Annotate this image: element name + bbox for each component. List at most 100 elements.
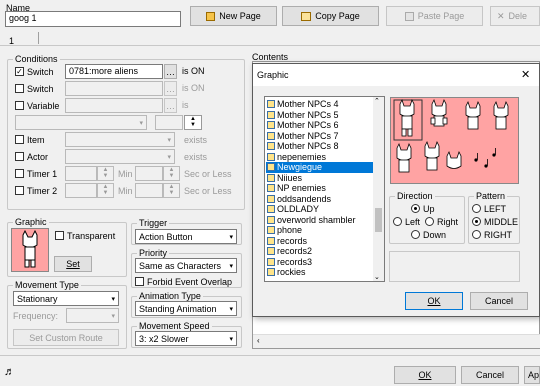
set-custom-route-button[interactable]: Set Custom Route <box>13 329 119 346</box>
item-label: Item <box>27 134 45 145</box>
timer1-checkbox[interactable] <box>15 169 24 178</box>
variable-field[interactable] <box>65 98 163 113</box>
close-icon[interactable]: ✕ <box>521 68 530 81</box>
pattern-right-option[interactable]: RIGHT <box>472 227 512 242</box>
priority-select[interactable]: Same as Characters ▾ <box>135 258 237 273</box>
file-list-item[interactable]: Mother NPCs 7 <box>266 131 374 142</box>
timer1-min-spinner[interactable]: ▲ ▼ <box>97 166 114 181</box>
variable-browse-button[interactable]: … <box>164 98 177 113</box>
file-list-item[interactable]: rockies <box>266 267 374 278</box>
timer1-min-field[interactable] <box>65 166 97 181</box>
chevron-down-icon: ▾ <box>111 295 115 303</box>
direction-down-radio[interactable] <box>411 230 420 239</box>
image-file-icon <box>267 236 275 245</box>
file-list-item[interactable]: Mother NPCs 5 <box>266 110 374 121</box>
animation-value: Standing Animation <box>139 303 217 314</box>
delete-page-button[interactable]: ✕ Dele <box>490 6 540 26</box>
variable-operator-select[interactable]: ▾ <box>15 115 147 130</box>
file-list-item[interactable]: Niiues <box>266 173 374 184</box>
variable-checkbox[interactable] <box>15 101 24 110</box>
file-list-item[interactable]: nepenemies <box>266 152 374 163</box>
variable-value-field[interactable] <box>155 115 183 130</box>
timer2-sec-field[interactable] <box>135 183 163 198</box>
image-file-icon <box>267 247 275 256</box>
tab-divider <box>38 32 39 44</box>
timer2-min-field[interactable] <box>65 183 97 198</box>
file-list-item[interactable]: Mother NPCs 6 <box>266 120 374 131</box>
event-graphic-preview[interactable] <box>11 228 49 272</box>
frequency-select[interactable]: ▾ <box>66 308 119 323</box>
direction-left-radio[interactable] <box>393 217 402 226</box>
pattern-right-label: RIGHT <box>484 229 512 240</box>
set-graphic-button[interactable]: Set <box>54 256 92 272</box>
delete-page-label: Dele <box>508 11 528 21</box>
new-page-button[interactable]: New Page <box>190 6 277 26</box>
direction-up-radio[interactable] <box>411 204 420 213</box>
forbid-overlap-checkbox[interactable] <box>135 277 144 286</box>
pattern-left-radio[interactable] <box>472 204 481 213</box>
footer-ok-button[interactable]: OK <box>394 366 456 384</box>
scroll-thumb[interactable] <box>375 208 382 232</box>
file-list-scrollbar[interactable]: ⌃ ⌄ <box>373 97 384 281</box>
switch2-browse-button[interactable]: … <box>164 81 177 96</box>
switch1-label: Switch <box>27 66 54 77</box>
item-checkbox[interactable] <box>15 135 24 144</box>
file-list-item[interactable]: NP enemies <box>266 183 374 194</box>
movement-type-select[interactable]: Stationary ▾ <box>13 291 119 306</box>
timer2-sec-spinner[interactable]: ▲ ▼ <box>163 183 180 198</box>
timer1-sec-field[interactable] <box>135 166 163 181</box>
chevron-down-icon: ⌄ <box>374 274 380 281</box>
footer-cancel-button[interactable]: Cancel <box>461 366 519 384</box>
file-list[interactable]: Mother NPCs 4 Mother NPCs 5 Mother NPCs 6M… <box>264 96 385 282</box>
pattern-middle-radio[interactable] <box>472 217 481 226</box>
actor-suffix: exists <box>184 152 208 162</box>
cat-sprite-icon <box>22 229 38 268</box>
timer2-min-spinner[interactable]: ▲ ▼ <box>97 183 114 198</box>
priority-value: Same as Characters <box>139 260 222 271</box>
pattern-right-radio[interactable] <box>472 230 481 239</box>
file-list-item[interactable]: records2 <box>266 246 374 257</box>
footer-apply-button[interactable]: Ap <box>524 366 540 384</box>
file-list-item[interactable]: records3 <box>266 257 374 268</box>
switch2-checkbox[interactable] <box>15 84 24 93</box>
timer1-sec-label: Sec or Less <box>184 169 232 179</box>
timer1-sec-spinner[interactable]: ▲ ▼ <box>163 166 180 181</box>
direction-down-option[interactable]: Down <box>411 227 446 242</box>
item-select[interactable]: ▾ <box>65 132 175 147</box>
name-input[interactable]: goog 1 <box>5 11 181 27</box>
dialog-ok-button[interactable]: OK <box>405 292 463 310</box>
file-list-item[interactable]: records <box>266 236 374 247</box>
sprite-sheet-preview[interactable] <box>390 97 519 184</box>
file-list-item[interactable]: phone <box>266 225 374 236</box>
actor-checkbox[interactable] <box>15 152 24 161</box>
file-list-item[interactable]: overworld shambler <box>266 215 374 226</box>
actor-select[interactable]: ▾ <box>65 149 175 164</box>
timer2-checkbox[interactable] <box>15 186 24 195</box>
new-page-label: New Page <box>219 11 261 21</box>
switch1-field[interactable]: 0781:more aliens <box>65 64 163 79</box>
file-list-item[interactable]: Mother NPCs 4 <box>266 99 374 110</box>
file-list-item[interactable]: oddsandends <box>266 194 374 205</box>
switch1-browse-button[interactable]: … <box>164 64 177 79</box>
speed-select[interactable]: 3: x2 Slower ▾ <box>135 331 237 346</box>
switch1-checkbox[interactable]: ✓ <box>15 67 24 76</box>
switch2-field[interactable] <box>65 81 163 96</box>
transparent-checkbox[interactable] <box>55 231 64 240</box>
file-list-item[interactable]: Mother NPCs 8 <box>266 141 374 152</box>
direction-right-radio[interactable] <box>425 217 434 226</box>
animation-select[interactable]: Standing Animation ▾ <box>135 301 237 316</box>
contents-hscrollbar[interactable]: ‹ <box>253 334 540 348</box>
tab-strip-line <box>0 45 540 46</box>
copy-page-button[interactable]: Copy Page <box>282 6 379 26</box>
actor-label: Actor <box>27 151 49 162</box>
file-list-item[interactable]: OLDLADY <box>266 204 374 215</box>
dialog-ok-label: OK <box>427 296 441 306</box>
chevron-down-icon: ▾ <box>229 233 233 241</box>
file-list-item-label: phone <box>277 225 303 235</box>
dialog-cancel-button[interactable]: Cancel <box>470 292 528 310</box>
file-list-item[interactable]: Newgiegue <box>266 162 374 173</box>
paste-page-button[interactable]: Paste Page <box>386 6 483 26</box>
trigger-select[interactable]: Action Button ▾ <box>135 229 237 244</box>
switch2-label: Switch <box>27 83 54 94</box>
variable-value-spinner[interactable]: ▲ ▼ <box>184 115 202 130</box>
